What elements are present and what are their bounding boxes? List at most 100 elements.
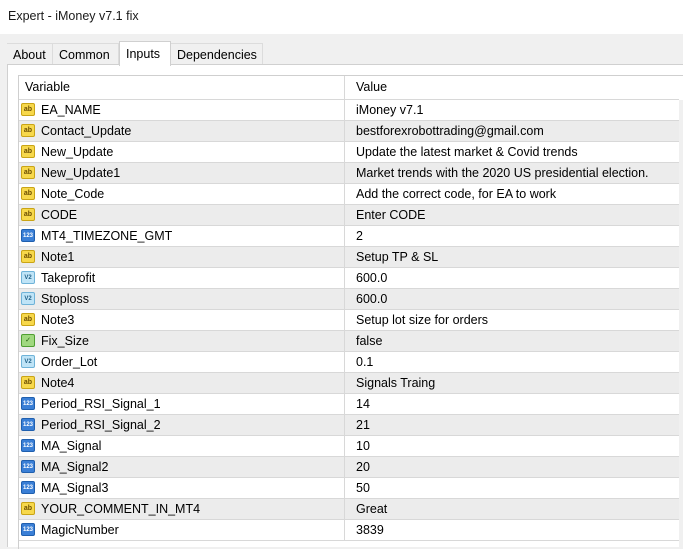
integer-icon: 123: [21, 439, 35, 452]
variable-cell: V2 Takeprofit: [19, 268, 345, 288]
table-row[interactable]: ab YOUR_COMMENT_IN_MT4 Great: [19, 499, 679, 520]
variable-name: MagicNumber: [41, 523, 119, 537]
ab-string-icon: ab: [21, 166, 35, 179]
variable-cell: 123 Period_RSI_Signal_1: [19, 394, 345, 414]
integer-icon: 123: [21, 397, 35, 410]
ab-string-icon: ab: [21, 124, 35, 137]
vertical-scrollbar[interactable]: [679, 100, 683, 549]
ab-string-icon: ab: [21, 313, 35, 326]
ab-string-icon: ab: [21, 502, 35, 515]
tab-common[interactable]: Common: [53, 43, 119, 65]
table-row[interactable]: 123 Period_RSI_Signal_1 14: [19, 394, 679, 415]
ab-string-icon: ab: [21, 376, 35, 389]
table-row[interactable]: V2 Stoploss 600.0: [19, 289, 679, 310]
value-cell[interactable]: Add the correct code, for EA to work: [356, 184, 678, 204]
table-row[interactable]: 123 MT4_TIMEZONE_GMT 2: [19, 226, 679, 247]
inputs-panel: Variable Value ab EA_NAME iMoney v7.1 ab Con…: [7, 64, 683, 549]
value-cell[interactable]: bestforexrobottrading@gmail.com: [356, 121, 678, 141]
variable-cell: 123 MT4_TIMEZONE_GMT: [19, 226, 345, 246]
value-cell[interactable]: Signals Traing: [356, 373, 678, 393]
table-row[interactable]: ab Note_Code Add the correct code, for EA …: [19, 184, 679, 205]
value-cell[interactable]: 600.0: [356, 268, 678, 288]
window-titlebar: Expert - iMoney v7.1 fix: [0, 0, 683, 34]
variable-name: New_Update1: [41, 166, 121, 180]
variable-cell: ab CODE: [19, 205, 345, 225]
value-cell[interactable]: 20: [356, 457, 678, 477]
variable-cell: ✓ Fix_Size: [19, 331, 345, 351]
value-cell[interactable]: 3839: [356, 520, 678, 540]
table-row[interactable]: ab Note3 Setup lot size for orders: [19, 310, 679, 331]
table-row[interactable]: 123 Period_RSI_Signal_2 21: [19, 415, 679, 436]
table-row[interactable]: 123 MA_Signal3 50: [19, 478, 679, 499]
integer-icon: 123: [21, 418, 35, 431]
column-header-value[interactable]: Value: [356, 76, 678, 99]
value-cell[interactable]: Update the latest market & Covid trends: [356, 142, 678, 162]
variable-cell: ab Note4: [19, 373, 345, 393]
tab-dependencies[interactable]: Dependencies: [171, 43, 263, 65]
value-cell[interactable]: 10: [356, 436, 678, 456]
double-icon: V2: [21, 355, 35, 368]
variable-name: MA_Signal: [41, 439, 102, 453]
variable-cell: ab YOUR_COMMENT_IN_MT4: [19, 499, 345, 519]
double-icon: V2: [21, 271, 35, 284]
variable-name: Note_Code: [41, 187, 105, 201]
table-row[interactable]: 123 MA_Signal 10: [19, 436, 679, 457]
table-row[interactable]: ab EA_NAME iMoney v7.1: [19, 100, 679, 121]
value-cell[interactable]: 0.1: [356, 352, 678, 372]
value-cell[interactable]: 21: [356, 415, 678, 435]
value-cell[interactable]: iMoney v7.1: [356, 100, 678, 120]
value-cell[interactable]: 600.0: [356, 289, 678, 309]
ab-string-icon: ab: [21, 187, 35, 200]
table-row[interactable]: ab Note4 Signals Traing: [19, 373, 679, 394]
tab-about[interactable]: About: [7, 43, 53, 65]
value-cell[interactable]: 14: [356, 394, 678, 414]
variable-name: EA_NAME: [41, 103, 101, 117]
variable-cell: V2 Order_Lot: [19, 352, 345, 372]
value-cell[interactable]: 2: [356, 226, 678, 246]
column-header-variable[interactable]: Variable: [19, 76, 345, 99]
value-cell[interactable]: 50: [356, 478, 678, 498]
value-cell[interactable]: false: [356, 331, 678, 351]
variable-name: Stoploss: [41, 292, 89, 306]
variable-cell: ab New_Update: [19, 142, 345, 162]
variable-cell: 123 MA_Signal2: [19, 457, 345, 477]
variable-name: MA_Signal2: [41, 460, 109, 474]
variable-cell: ab EA_NAME: [19, 100, 345, 120]
value-cell[interactable]: Setup TP & SL: [356, 247, 678, 267]
integer-icon: 123: [21, 460, 35, 473]
table-row[interactable]: ab New_Update Update the latest market & C…: [19, 142, 679, 163]
variable-cell: V2 Stoploss: [19, 289, 345, 309]
table-row[interactable]: 123 MagicNumber 3839: [19, 520, 679, 541]
value-cell[interactable]: Enter CODE: [356, 205, 678, 225]
ab-string-icon: ab: [21, 145, 35, 158]
value-cell[interactable]: Great: [356, 499, 678, 519]
variable-name: Takeprofit: [41, 271, 96, 285]
ab-string-icon: ab: [21, 103, 35, 116]
table-row[interactable]: ✓ Fix_Size false: [19, 331, 679, 352]
tab-inputs[interactable]: Inputs: [119, 41, 171, 66]
ab-string-icon: ab: [21, 250, 35, 263]
variable-name: Period_RSI_Signal_2: [41, 418, 161, 432]
variable-cell: 123 MagicNumber: [19, 520, 345, 540]
variable-name: MA_Signal3: [41, 481, 109, 495]
variable-name: MT4_TIMEZONE_GMT: [41, 229, 173, 243]
value-cell[interactable]: Setup lot size for orders: [356, 310, 678, 330]
variable-name: CODE: [41, 208, 78, 222]
table-row[interactable]: ab CODE Enter CODE: [19, 205, 679, 226]
variable-cell: ab Contact_Update: [19, 121, 345, 141]
table-row[interactable]: 123 MA_Signal2 20: [19, 457, 679, 478]
variable-name: Fix_Size: [41, 334, 89, 348]
variable-name: Period_RSI_Signal_1: [41, 397, 161, 411]
table-row[interactable]: ab New_Update1 Market trends with the 2020…: [19, 163, 679, 184]
window-title: Expert - iMoney v7.1 fix: [8, 9, 139, 23]
table-row[interactable]: V2 Takeprofit 600.0: [19, 268, 679, 289]
inputs-grid: Variable Value ab EA_NAME iMoney v7.1 ab Con…: [18, 75, 683, 549]
value-cell[interactable]: Market trends with the 2020 US president…: [356, 163, 678, 183]
table-row[interactable]: ab Note1 Setup TP & SL: [19, 247, 679, 268]
variable-cell: 123 MA_Signal3: [19, 478, 345, 498]
integer-icon: 123: [21, 229, 35, 242]
table-row[interactable]: V2 Order_Lot 0.1: [19, 352, 679, 373]
variable-name: Contact_Update: [41, 124, 132, 138]
variable-cell: ab Note3: [19, 310, 345, 330]
table-row[interactable]: ab Contact_Update bestforexrobottrading@gm…: [19, 121, 679, 142]
